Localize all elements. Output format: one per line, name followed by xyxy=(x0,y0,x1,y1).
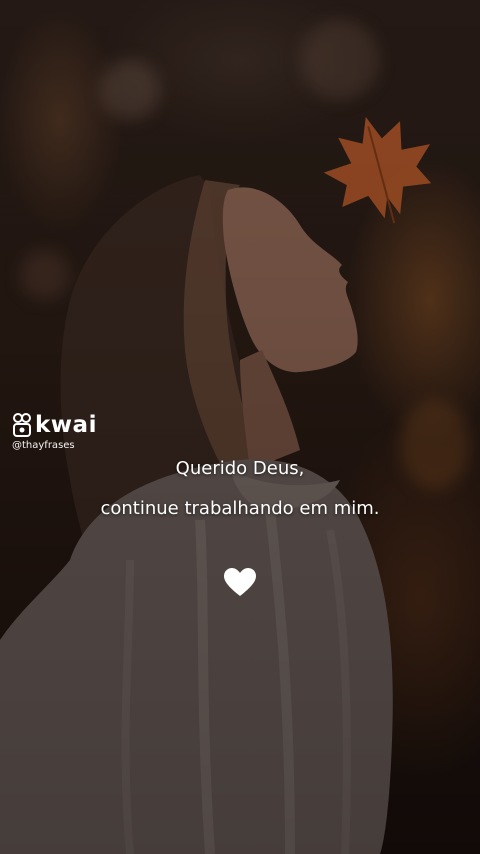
quote-line-1: Querido Deus, xyxy=(175,458,305,479)
white-heart-icon xyxy=(224,568,256,596)
kwai-brand: kwai xyxy=(35,412,97,438)
kwai-logo-icon xyxy=(13,413,31,437)
quote-line-2: continue trabalhando em mim. xyxy=(100,498,380,519)
creator-handle: @thayfrases xyxy=(12,440,75,451)
autumn-maple-leaf xyxy=(323,116,432,224)
kwai-watermark: kwai @thayfrases xyxy=(12,412,97,451)
background-photo: kwai @thayfrases Querido Deus, continue … xyxy=(0,0,480,854)
